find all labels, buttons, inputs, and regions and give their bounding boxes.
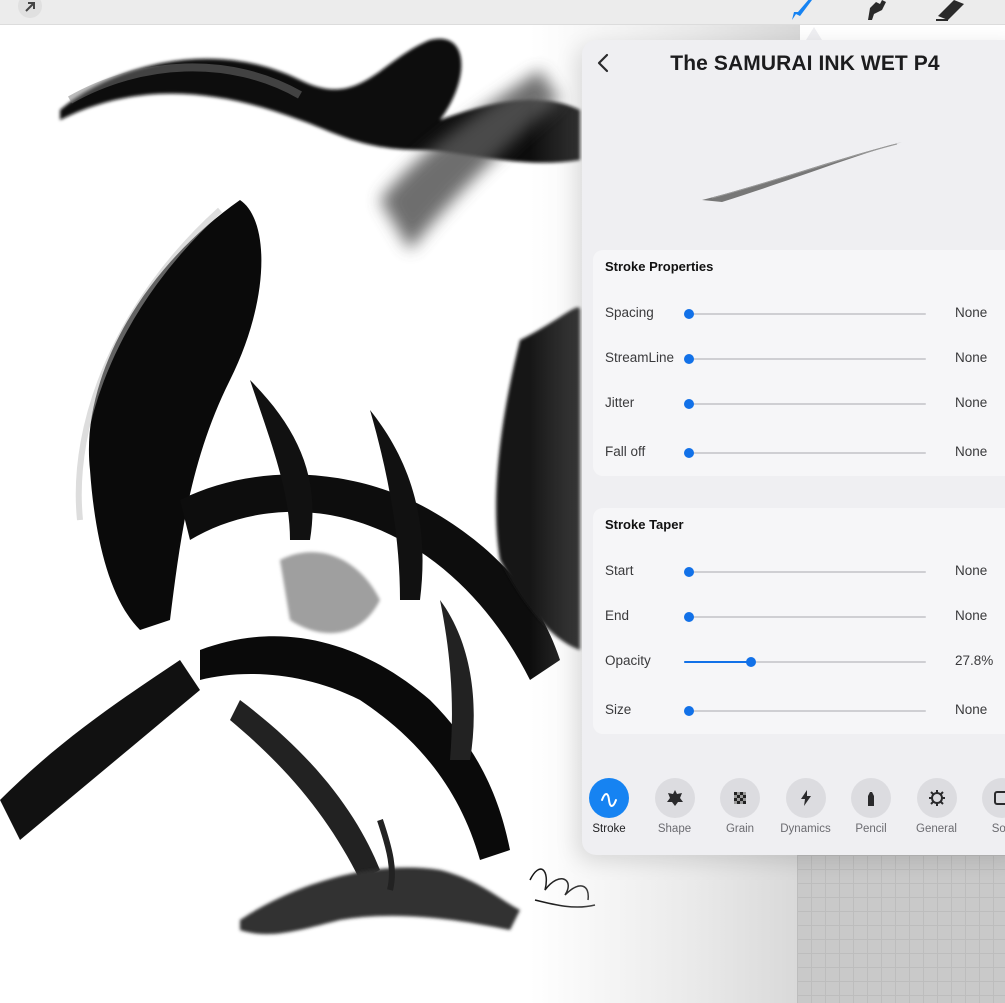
slider-label: End (605, 608, 630, 623)
slider-value: None (955, 444, 988, 459)
background-grid (797, 855, 1005, 1003)
brush-settings-tabs: StrokeShapeGrainDynamicsPencilGeneral Sou (582, 775, 1005, 845)
slider-knob[interactable] (684, 354, 694, 364)
tab-sou[interactable]: Sou (972, 775, 1005, 845)
lightning-icon (785, 778, 826, 818)
slider-knob[interactable] (684, 567, 694, 577)
slider-knob[interactable] (746, 657, 757, 667)
tab-label: Sou (991, 823, 1005, 835)
chevron-left-icon (597, 53, 609, 73)
slider-value: None (955, 395, 988, 410)
slider-track[interactable] (684, 612, 926, 622)
brush-title: The SAMURAI INK WET P4 (670, 52, 940, 75)
slider-track[interactable] (684, 448, 926, 458)
slider-row-spacing: Spacing None (593, 299, 1005, 329)
stroke-wave-icon (589, 778, 629, 818)
artist-signature (529, 868, 596, 908)
slider-knob[interactable] (684, 309, 694, 319)
top-toolbar (0, 0, 1005, 25)
grain-checker-icon (720, 778, 760, 818)
popover-arrow (806, 27, 822, 40)
brush-icon[interactable] (788, 0, 814, 22)
smudge-icon[interactable] (862, 0, 888, 22)
stroke-taper-section: Stroke Taper Start None End None Opacity 27.8… (593, 508, 1005, 734)
tab-dynamics[interactable]: Dynamics (776, 775, 836, 845)
slider-label: Spacing (605, 305, 654, 320)
brush-stroke-preview (702, 142, 902, 202)
eraser-icon[interactable] (934, 0, 968, 22)
slider-label: Fall off (605, 444, 646, 459)
section-title: Stroke Taper (605, 517, 684, 532)
slider-knob[interactable] (684, 706, 694, 716)
slider-knob[interactable] (684, 612, 694, 622)
section-title: Stroke Properties (605, 259, 714, 274)
brush-studio-panel: The SAMURAI INK WET P4 Stroke Properties… (582, 40, 1005, 855)
slider-track[interactable] (684, 657, 926, 667)
tab-stroke[interactable]: Stroke (582, 775, 639, 845)
slider-row-fall-off: Fall off None (593, 438, 1005, 468)
slider-value: None (955, 350, 988, 365)
actions-arrow-icon[interactable] (18, 0, 42, 18)
pencil-tip-icon (851, 778, 891, 818)
slider-row-streamline: StreamLine None (593, 344, 1005, 374)
tab-shape[interactable]: Shape (645, 775, 705, 845)
slider-row-start: Start None (593, 557, 1005, 587)
slider-row-size: Size None (593, 696, 1005, 726)
slider-track[interactable] (684, 309, 926, 319)
slider-row-end: End None (593, 602, 1005, 632)
slider-track[interactable] (684, 706, 926, 716)
slider-fill (684, 661, 752, 663)
slider-track[interactable] (684, 399, 926, 409)
shape-blob-icon (654, 778, 695, 818)
slider-label: Jitter (605, 395, 635, 410)
slider-label: StreamLine (605, 350, 675, 365)
slider-knob[interactable] (684, 448, 694, 458)
slider-value: 27.8% (955, 653, 994, 668)
slider-track[interactable] (684, 567, 926, 577)
slider-row-jitter: Jitter None (593, 389, 1005, 419)
slider-value: None (955, 608, 988, 623)
slider-value: None (955, 702, 988, 717)
slider-label: Opacity (605, 653, 651, 668)
slider-value: None (955, 305, 988, 320)
slider-value: None (955, 563, 988, 578)
gear-icon (916, 778, 957, 818)
source-icon (982, 778, 1005, 818)
slider-label: Size (605, 702, 632, 717)
tab-grain[interactable]: Grain (710, 775, 770, 845)
stroke-properties-section: Stroke Properties Spacing None StreamLine N… (593, 250, 1005, 476)
tab-pencil[interactable]: Pencil (841, 775, 901, 845)
slider-row-opacity: Opacity 27.8% (593, 647, 1005, 677)
slider-track[interactable] (684, 354, 926, 364)
tab-general[interactable]: General (907, 775, 967, 845)
slider-knob[interactable] (684, 399, 694, 409)
back-button[interactable] (592, 52, 614, 74)
slider-label: Start (605, 563, 634, 578)
